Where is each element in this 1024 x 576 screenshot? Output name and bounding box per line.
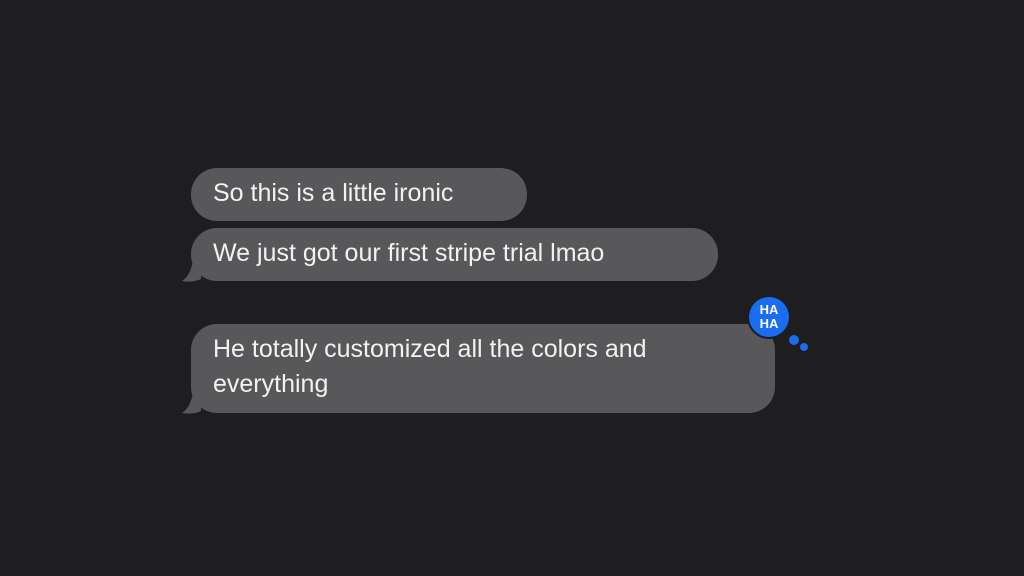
tapback-text-line2: HA xyxy=(760,316,779,331)
message-text: He totally customized all the colors and… xyxy=(213,335,647,398)
message-bubble[interactable]: We just got our first stripe trial lmao xyxy=(191,228,718,281)
tapback-text-line1: HA xyxy=(760,302,779,317)
conversation-view: So this is a little ironic We just got o… xyxy=(0,0,1024,576)
message-text: We just got our first stripe trial lmao xyxy=(213,239,605,267)
message-text: So this is a little ironic xyxy=(213,179,454,207)
haha-reaction-icon[interactable]: HA HA xyxy=(745,293,809,357)
message-bubble[interactable]: He totally customized all the colors and… xyxy=(191,324,775,413)
message-bubble[interactable]: So this is a little ironic xyxy=(191,168,527,221)
